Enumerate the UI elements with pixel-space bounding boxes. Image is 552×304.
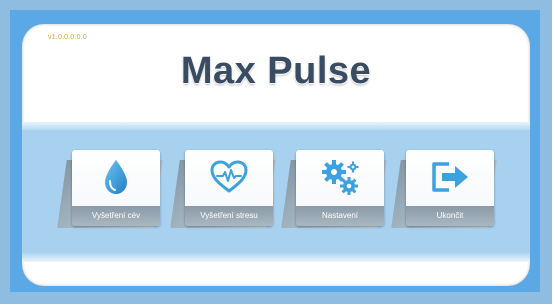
stress-exam-label: Vyšetření stresu <box>185 206 273 226</box>
heart-pulse-icon <box>185 154 273 200</box>
band-bottom-fade <box>22 252 530 262</box>
exit-icon <box>406 154 494 200</box>
exit-button[interactable]: Ukončit <box>406 150 494 226</box>
settings-label: Nastavení <box>296 206 384 226</box>
menu-tile-wrap-vessels: Vyšetření cév <box>57 150 168 228</box>
exit-label: Ukončit <box>406 206 494 226</box>
gears-icon <box>296 154 384 200</box>
water-drop-icon <box>72 154 160 200</box>
settings-button[interactable]: Nastavení <box>296 150 384 226</box>
stress-exam-button[interactable]: Vyšetření stresu <box>185 150 273 226</box>
menu-tile-wrap-exit: Ukončit <box>391 150 502 228</box>
menu-tile-wrap-stress: Vyšetření stresu <box>170 150 281 228</box>
main-panel: v1.0.0.0.0.0 Max Pulse Vyšetření cév Vyš… <box>22 24 530 286</box>
app-title: Max Pulse <box>180 50 372 92</box>
vessel-exam-button[interactable]: Vyšetření cév <box>72 150 160 226</box>
version-label: v1.0.0.0.0.0 <box>48 34 87 41</box>
menu-tile-wrap-settings: Nastavení <box>281 150 392 228</box>
vessel-exam-label: Vyšetření cév <box>72 206 160 226</box>
